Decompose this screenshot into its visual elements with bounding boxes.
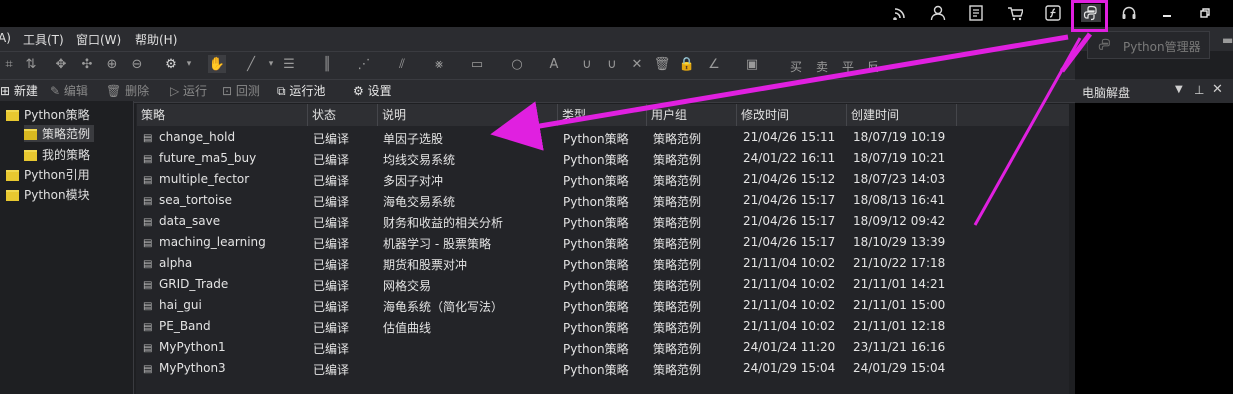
arrow-to-row [490,34,1069,151]
annotation-arrows [490,32,1092,226]
